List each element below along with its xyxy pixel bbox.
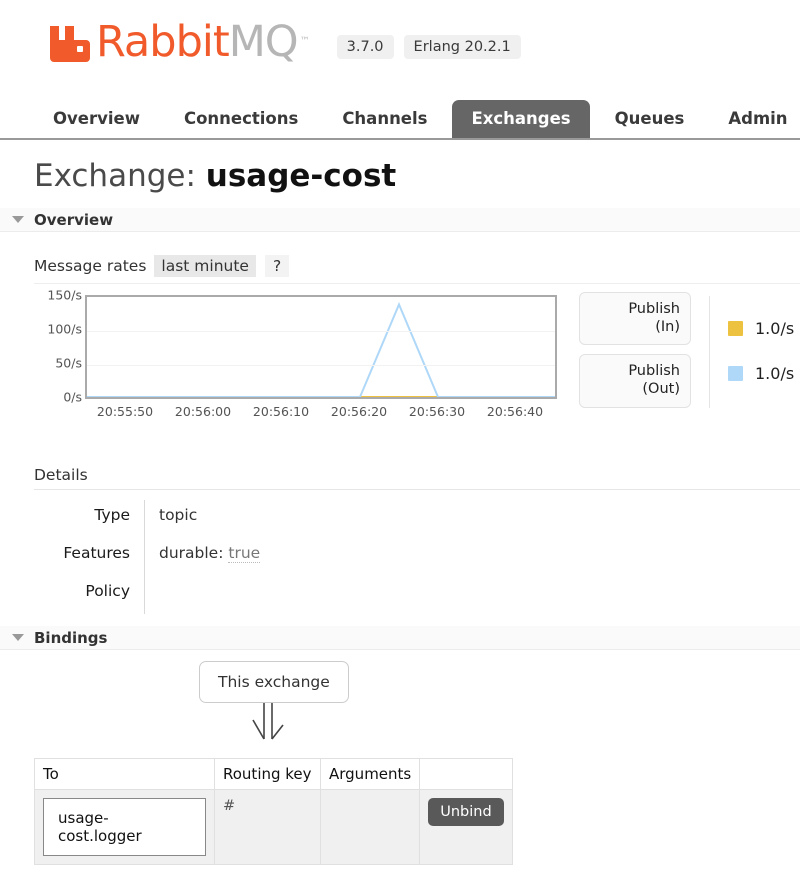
message-rates-label: Message rates	[34, 257, 146, 275]
y-tick-label: 0/s	[63, 390, 82, 405]
trademark-icon: ™	[300, 36, 309, 47]
cell-to: usage-cost.logger	[35, 790, 215, 865]
chart-x-axis: 20:55:50 20:56:00 20:56:10 20:56:20 20:5…	[85, 404, 557, 422]
details-row-policy: Policy	[34, 576, 454, 614]
section-label-overview: Overview	[34, 211, 113, 229]
rate-button-line2: (In)	[590, 318, 680, 336]
legend-value-publish-out: 1.0/s	[755, 364, 794, 383]
details-section-header: Details	[34, 466, 800, 490]
page-title-prefix: Exchange:	[34, 158, 206, 194]
tab-connections[interactable]: Connections	[165, 100, 317, 138]
details-key-policy: Policy	[34, 576, 130, 600]
details-key-type: Type	[34, 500, 130, 524]
legend-item-publish-in: 1.0/s	[728, 306, 794, 351]
legend-divider	[709, 296, 710, 408]
unbind-button[interactable]: Unbind	[428, 798, 503, 826]
cell-routing-key: #	[215, 790, 321, 865]
rate-button-line1: Publish	[590, 362, 680, 380]
help-icon[interactable]: ?	[265, 255, 289, 277]
page-title-name: usage-cost	[206, 158, 396, 194]
y-tick-label: 50/s	[55, 356, 82, 371]
series-line-publish-out	[87, 305, 555, 398]
rate-toggle-buttons: Publish (In) Publish (Out)	[579, 292, 691, 412]
chevron-down-icon	[12, 216, 24, 223]
rate-button-publish-in[interactable]: Publish (In)	[579, 292, 691, 345]
tab-overview[interactable]: Overview	[34, 100, 159, 138]
message-rates-chart: 150/s 100/s 50/s 0/s 20:55:50 20:56:00 2…	[34, 292, 800, 422]
cell-actions: Unbind	[420, 790, 512, 865]
details-divider	[144, 538, 145, 576]
double-down-arrow-icon	[248, 703, 290, 747]
chart-gridline	[87, 398, 555, 399]
chart-gridline	[87, 365, 555, 366]
feature-name: durable:	[159, 544, 228, 562]
erlang-version-badge: Erlang 20.2.1	[404, 35, 521, 59]
chevron-down-icon	[12, 634, 24, 641]
x-tick-label: 20:56:40	[487, 404, 543, 419]
column-header-to[interactable]: To	[35, 759, 215, 790]
tab-admin[interactable]: Admin	[709, 100, 800, 138]
details-key-features: Features	[34, 538, 130, 562]
binding-destination-link[interactable]: usage-cost.logger	[43, 798, 206, 856]
bindings-table: To Routing key Arguments usage-cost.logg…	[34, 758, 513, 865]
x-tick-label: 20:56:10	[253, 404, 309, 419]
cell-arguments	[321, 790, 420, 865]
chart-plot-area[interactable]	[85, 295, 557, 399]
section-header-bindings[interactable]: Bindings	[0, 626, 800, 650]
rabbitmq-version-badge: 3.7.0	[337, 35, 394, 59]
table-header-row: To Routing key Arguments	[35, 759, 513, 790]
rabbit-head-icon	[48, 22, 92, 62]
app-header: RabbitMQ™ 3.7.0 Erlang 20.2.1	[0, 0, 800, 92]
logo-rabbit-text: Rabbit	[96, 17, 229, 67]
this-exchange-node[interactable]: This exchange	[199, 661, 349, 703]
rates-period-selector[interactable]: last minute	[154, 255, 256, 277]
rate-button-line1: Publish	[590, 300, 680, 318]
tab-channels[interactable]: Channels	[323, 100, 446, 138]
x-tick-label: 20:56:30	[409, 404, 465, 419]
details-divider	[144, 500, 145, 538]
x-tick-label: 20:55:50	[97, 404, 153, 419]
version-badges: 3.7.0 Erlang 20.2.1	[337, 35, 521, 59]
x-tick-label: 20:56:00	[175, 404, 231, 419]
y-tick-label: 150/s	[47, 288, 82, 303]
section-header-overview[interactable]: Overview	[0, 208, 800, 232]
legend-item-publish-out: 1.0/s	[728, 351, 794, 396]
y-tick-label: 100/s	[47, 322, 82, 337]
tab-exchanges[interactable]: Exchanges	[452, 100, 589, 138]
x-tick-label: 20:56:20	[331, 404, 387, 419]
column-header-actions	[420, 759, 512, 790]
feature-value: true	[228, 544, 260, 563]
table-row: usage-cost.logger # Unbind	[35, 790, 513, 865]
column-header-routing-key[interactable]: Routing key	[215, 759, 321, 790]
rate-button-publish-out[interactable]: Publish (Out)	[579, 354, 691, 407]
details-table: Type topic Features durable: true Policy	[34, 500, 454, 614]
chart-legend: 1.0/s 1.0/s	[728, 292, 794, 412]
details-value-features: durable: true	[159, 538, 260, 562]
details-label: Details	[34, 466, 88, 484]
bindings-table-body: usage-cost.logger # Unbind	[35, 790, 513, 865]
chart-y-axis: 150/s 100/s 50/s 0/s	[34, 292, 82, 402]
tab-queues[interactable]: Queues	[596, 100, 704, 138]
brand-logo[interactable]: RabbitMQ™ 3.7.0 Erlang 20.2.1	[48, 22, 800, 62]
page-title: Exchange: usage-cost	[34, 158, 396, 194]
message-rates-controls: Message rates last minute ?	[34, 255, 800, 284]
details-row-features: Features durable: true	[34, 538, 454, 576]
legend-swatch-publish-in	[728, 321, 743, 336]
section-label-bindings: Bindings	[34, 629, 107, 647]
bindings-table-head: To Routing key Arguments	[35, 759, 513, 790]
legend-swatch-publish-out	[728, 366, 743, 381]
chart-gridline	[87, 331, 555, 332]
chart-series-lines	[87, 297, 555, 397]
details-row-type: Type topic	[34, 500, 454, 538]
main-navigation: Overview Connections Channels Exchanges …	[0, 96, 800, 140]
logo-wordmark: RabbitMQ™	[96, 22, 309, 62]
details-value-type: topic	[159, 500, 197, 524]
chart-side-panel: Publish (In) Publish (Out) 1.0/s 1.0/s	[579, 292, 800, 412]
rate-button-line2: (Out)	[590, 380, 680, 398]
legend-value-publish-in: 1.0/s	[755, 319, 794, 338]
logo-mq-text: MQ	[229, 17, 298, 67]
column-header-arguments[interactable]: Arguments	[321, 759, 420, 790]
details-divider	[144, 576, 145, 614]
